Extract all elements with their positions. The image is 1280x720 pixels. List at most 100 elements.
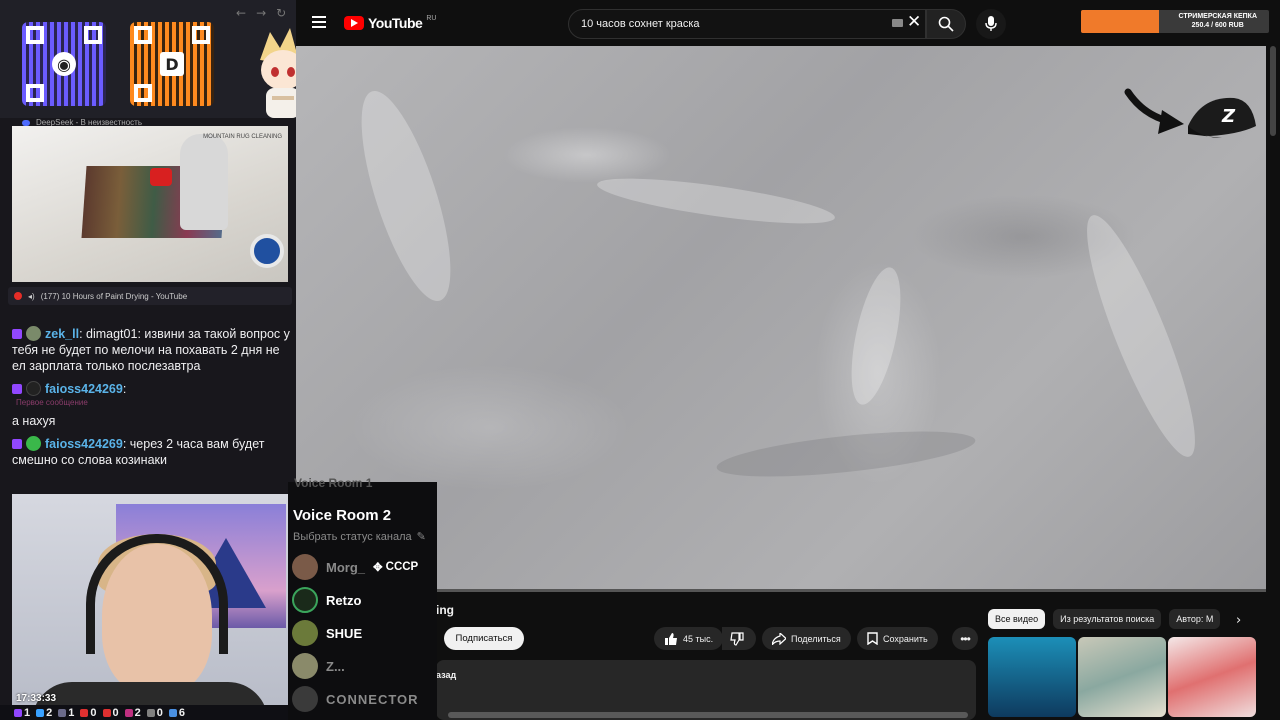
- video-progress-bar[interactable]: [296, 589, 1266, 592]
- thumbs-up-icon: [665, 632, 677, 645]
- save-button[interactable]: Сохранить: [857, 627, 938, 650]
- donation-goal-progress: 250.4 / 600 RUB: [1191, 22, 1244, 29]
- subscribe-button[interactable]: Подписаться: [444, 627, 524, 650]
- stat-value: 2: [46, 706, 53, 719]
- share-button[interactable]: Поделиться: [762, 627, 851, 650]
- youtube-logo[interactable]: YouTube RU: [344, 15, 436, 31]
- users-icon: [36, 708, 45, 717]
- stat-value: 0: [156, 706, 163, 719]
- share-icon: [772, 632, 786, 645]
- voice-status[interactable]: Выбрать статус канала ✎: [293, 530, 426, 544]
- stream-stats-bar: 1 2 1 0 0 2 0 6: [0, 705, 296, 720]
- viewers-icon: [14, 708, 22, 717]
- sub-badge-icon: [12, 329, 22, 339]
- description-date: азад: [436, 670, 457, 680]
- game-icon: [58, 708, 67, 717]
- voice-room-ghost-title: Voice Room 1: [294, 476, 373, 490]
- discord-voice-overlay: Voice Room 1 Voice Room 2 Выбрать статус…: [288, 476, 437, 720]
- video-player[interactable]: Z: [296, 46, 1266, 591]
- bookmark-icon: [867, 632, 878, 645]
- voice-search-button[interactable]: [976, 9, 1006, 39]
- chat-message: faioss424269: Первое сообщение а нахуя: [12, 381, 294, 429]
- streamer-webcam: [12, 494, 288, 708]
- chat-icon: [80, 708, 89, 717]
- keyboard-icon[interactable]: [892, 19, 903, 27]
- voice-member: SHUE: [292, 620, 362, 646]
- clear-search-icon[interactable]: ✕: [907, 12, 921, 32]
- stat-item: 2: [124, 707, 141, 719]
- stat-value: 1: [24, 706, 31, 719]
- donation-goal-fill: [1081, 10, 1160, 33]
- chat-message: zek_ll: dimagt01: извини за такой вопрос…: [12, 326, 290, 373]
- region-code: RU: [426, 14, 437, 22]
- stat-value: 0: [112, 706, 119, 719]
- stat-item: 0: [146, 706, 163, 719]
- raid-icon: [102, 708, 111, 717]
- avatar: [292, 686, 318, 712]
- avatar: [292, 620, 318, 646]
- warn-icon: [146, 708, 155, 717]
- host-icon: [124, 708, 133, 717]
- cap-arrow-overlay-icon: Z: [1124, 88, 1256, 138]
- mini-player-video[interactable]: MOUNTAIN RUG CLEANING: [12, 126, 288, 282]
- voice-member: Z...: [292, 653, 345, 679]
- overlay-header: ← → ↻ ◉ D: [0, 0, 310, 118]
- related-video-thumbnail[interactable]: [1168, 637, 1256, 717]
- chip-all-videos[interactable]: Все видео: [988, 609, 1046, 629]
- sub-badge-icon: [12, 384, 22, 394]
- donationalerts-logo-icon: D: [160, 52, 184, 76]
- avatar: [26, 381, 41, 396]
- dislike-button[interactable]: [722, 627, 756, 650]
- search-input[interactable]: 10 часов сохнет краска: [568, 9, 926, 39]
- voice-room-name: Voice Room 2: [293, 507, 392, 524]
- stat-item: 2: [36, 707, 52, 719]
- svg-text:Z: Z: [1221, 106, 1236, 127]
- microphone-icon: [985, 16, 997, 31]
- chevron-right-icon[interactable]: ›: [1236, 613, 1241, 628]
- youtube-page: YouTube RU 10 часов сохнет краска ✕ СТРИ…: [296, 0, 1280, 720]
- description-text-line: [448, 712, 968, 718]
- donation-goal-title: СТРИМЕРСКАЯ КЕПКА: [1178, 13, 1257, 20]
- page-scrollbar[interactable]: [1270, 46, 1276, 136]
- stat-value: 6: [178, 706, 185, 719]
- stat-value: 1: [68, 706, 75, 719]
- related-video-thumbnail[interactable]: [1078, 637, 1166, 717]
- related-video-thumbnail[interactable]: [988, 637, 1076, 717]
- person-image: [180, 134, 228, 230]
- youtube-header: YouTube RU 10 часов сохнет краска ✕ СТРИ…: [296, 0, 1280, 46]
- follow-icon: [168, 708, 177, 717]
- description-box[interactable]: [436, 660, 976, 720]
- chat-text: а нахуя: [12, 414, 56, 428]
- stat-value: 0: [90, 706, 97, 719]
- pencil-icon: ✎: [416, 531, 426, 543]
- search-button[interactable]: [926, 9, 966, 39]
- related-filter-chips: Все видео Из результатов поиска Автор: М: [988, 609, 1221, 629]
- avatar: [26, 436, 41, 451]
- forward-arrow-icon[interactable]: →: [256, 6, 266, 20]
- voice-member: Morg_ ✥ CCCP: [292, 554, 418, 580]
- clan-tag-icon: ✥: [373, 562, 383, 574]
- back-arrow-icon[interactable]: ←: [236, 6, 246, 20]
- stat-item: 1: [58, 707, 74, 719]
- like-button[interactable]: 45 тыс.: [654, 627, 724, 650]
- sub-badge-icon: [12, 439, 22, 449]
- search-icon: [938, 16, 954, 32]
- avatar: [292, 587, 318, 613]
- donation-goal-bar: СТРИМЕРСКАЯ КЕПКА 250.4 / 600 RUB: [1081, 10, 1269, 33]
- browser-nav: ← → ↻: [236, 6, 286, 20]
- chat-username[interactable]: faioss424269: [45, 437, 123, 451]
- mini-player-caption: (177) 10 Hours of Paint Drying - YouTube: [40, 291, 188, 301]
- more-actions-button[interactable]: •••: [952, 627, 978, 650]
- stat-item: 6: [168, 706, 185, 719]
- volume-icon[interactable]: ◂): [28, 292, 35, 301]
- chip-author[interactable]: Автор: М: [1169, 609, 1221, 629]
- thumbs-down-icon: [730, 631, 744, 646]
- voice-member: Retzo: [292, 587, 361, 613]
- reload-icon[interactable]: ↻: [276, 6, 286, 20]
- chat-username[interactable]: zek_ll: [45, 327, 79, 341]
- stat-item: 1: [14, 707, 30, 719]
- chat-username[interactable]: faioss424269: [45, 382, 123, 396]
- menu-icon[interactable]: [312, 16, 326, 28]
- clan-tag: ✥ CCCP: [373, 561, 419, 574]
- chip-from-search[interactable]: Из результатов поиска: [1053, 609, 1162, 629]
